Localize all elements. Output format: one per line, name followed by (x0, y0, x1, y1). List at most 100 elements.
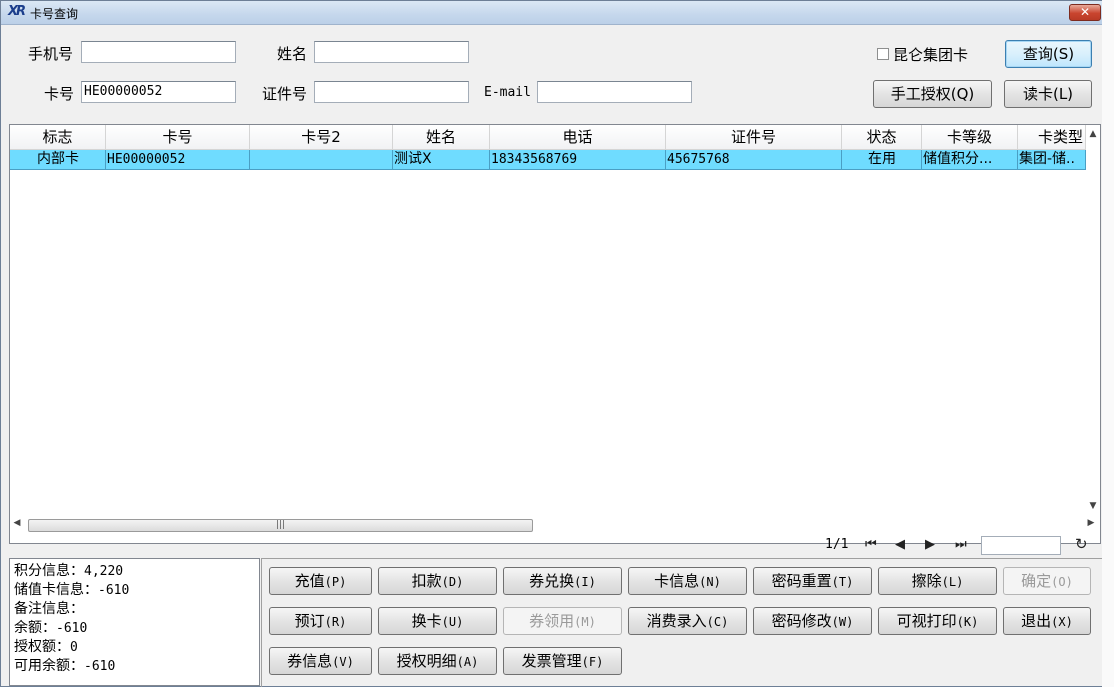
cell-name: 测试X (393, 150, 490, 170)
horizontal-scrollbar[interactable]: ◀ ||| ▶ (10, 517, 1100, 532)
visual-print-button[interactable]: 可视打印(K) (878, 607, 997, 635)
replace-card-button[interactable]: 换卡(U) (378, 607, 497, 635)
button-text: 券领用 (529, 612, 575, 630)
points-info: 积分信息：4,220 (14, 562, 255, 581)
page-indicator: 1/1 (825, 537, 849, 552)
hotkey: (K) (956, 615, 979, 629)
column-header[interactable]: 姓名 (393, 125, 490, 150)
column-header[interactable]: 状态 (842, 125, 922, 150)
button-text: 消费录入 (646, 612, 707, 630)
button-text: 预订 (294, 612, 325, 630)
cell-card-number2 (250, 150, 393, 170)
hotkey: (L) (941, 575, 964, 589)
confirm-button[interactable]: 确定(O) (1003, 567, 1091, 595)
card-info-button[interactable]: 卡信息(N) (628, 567, 747, 595)
card-number-input[interactable]: HE00000052 (81, 81, 236, 103)
info-value: -610 (56, 621, 88, 636)
column-header[interactable]: 卡类型 (1018, 125, 1086, 150)
id-number-input[interactable] (314, 81, 469, 103)
results-grid[interactable]: 标志 卡号 卡号2 姓名 电话 证件号 状态 卡等级 卡类型 内部卡 HE000… (9, 124, 1101, 544)
column-header[interactable]: 卡等级 (922, 125, 1018, 150)
stored-value-info: 储值卡信息：-610 (14, 581, 255, 600)
password-change-button[interactable]: 密码修改(W) (753, 607, 872, 635)
email-label: E-mail (484, 85, 531, 100)
column-header[interactable]: 标志 (10, 125, 106, 150)
hotkey: (N) (699, 575, 721, 589)
cell-phone: 18343568769 (490, 150, 666, 170)
button-text: 授权明细 (396, 652, 457, 670)
query-button[interactable]: 查询(S) (1005, 40, 1092, 68)
scroll-right-arrow-icon[interactable]: ▶ (1084, 518, 1098, 528)
refresh-icon[interactable]: ↻ (1075, 535, 1088, 553)
desktop-edge (1102, 0, 1114, 687)
read-card-button[interactable]: 读卡(L) (1004, 80, 1092, 108)
info-value: 0 (70, 640, 78, 655)
deduct-button[interactable]: 扣款(D) (378, 567, 497, 595)
consumption-entry-button[interactable]: 消费录入(C) (628, 607, 747, 635)
manual-auth-button-label: 手工授权(Q) (890, 85, 975, 103)
hotkey: (M) (574, 615, 596, 629)
close-button[interactable]: ✕ (1069, 4, 1101, 21)
info-value: -610 (98, 583, 130, 598)
button-text: 充值 (294, 572, 325, 590)
erase-button[interactable]: 擦除(L) (878, 567, 997, 595)
button-text: 换卡 (411, 612, 442, 630)
cell-card-type: 集团-储.. (1018, 150, 1086, 170)
scroll-up-arrow-icon[interactable]: ▲ (1086, 129, 1100, 139)
hotkey: (I) (574, 575, 596, 589)
group-card-checkbox[interactable] (877, 48, 889, 60)
hotkey: (W) (831, 615, 854, 629)
info-label: 授权额： (14, 639, 70, 655)
info-label: 储值卡信息： (14, 582, 98, 598)
title-bar[interactable]: XR 卡号查询 ✕ (1, 1, 1113, 25)
manual-auth-button[interactable]: 手工授权(Q) (873, 80, 992, 108)
button-text: 发票管理 (521, 652, 582, 670)
hotkey: (U) (441, 615, 464, 629)
email-input[interactable] (537, 81, 692, 103)
name-label: 姓名 (277, 45, 308, 63)
next-page-icon[interactable]: ▶ (925, 537, 935, 552)
hotkey: (D) (441, 575, 464, 589)
horizontal-scroll-thumb[interactable]: ||| (28, 519, 533, 532)
column-header[interactable]: 电话 (490, 125, 666, 150)
button-text: 券兑换 (529, 572, 575, 590)
invoice-management-button[interactable]: 发票管理(F) (503, 647, 622, 675)
card-info-panel: 积分信息：4,220 储值卡信息：-610 备注信息： 余额：-610 授权额：… (9, 558, 260, 686)
recharge-button[interactable]: 充值(P) (269, 567, 372, 595)
info-value: -610 (84, 659, 116, 674)
last-page-icon[interactable]: ⏭ (955, 537, 967, 552)
scroll-left-arrow-icon[interactable]: ◀ (10, 518, 24, 528)
coupon-info-button[interactable]: 券信息(V) (269, 647, 372, 675)
first-page-icon[interactable]: ⏮ (865, 537, 877, 552)
hotkey: (R) (324, 615, 347, 629)
hotkey: (V) (332, 655, 354, 669)
hotkey: (F) (581, 655, 604, 669)
coupon-exchange-button[interactable]: 券兑换(I) (503, 567, 622, 595)
column-header[interactable]: 证件号 (666, 125, 842, 150)
reserve-button[interactable]: 预订(R) (269, 607, 372, 635)
scroll-down-arrow-icon[interactable]: ▼ (1086, 501, 1100, 511)
id-number-label: 证件号 (262, 85, 308, 103)
prev-page-icon[interactable]: ◀ (895, 537, 905, 552)
page-jump-input[interactable] (981, 536, 1061, 555)
column-header[interactable]: 卡号2 (250, 125, 393, 150)
cell-card-number: HE00000052 (106, 150, 250, 170)
table-row[interactable]: 内部卡 HE00000052 测试X 18343568769 45675768 … (10, 150, 1086, 170)
card-query-window: XR 卡号查询 ✕ 手机号 姓名 卡号 HE00000052 证件号 E-mai… (0, 0, 1114, 687)
button-text: 券信息 (287, 652, 333, 670)
info-label: 余额： (14, 620, 56, 636)
vertical-scrollbar[interactable]: ▲ ▼ (1086, 125, 1100, 517)
card-number-label: 卡号 (44, 85, 75, 103)
name-input[interactable] (314, 41, 469, 63)
exit-button[interactable]: 退出(X) (1003, 607, 1091, 635)
password-reset-button[interactable]: 密码重置(T) (753, 567, 872, 595)
remark-info: 备注信息： (14, 600, 255, 619)
auth-amount-info: 授权额：0 (14, 638, 255, 657)
read-card-button-label: 读卡(L) (1022, 85, 1074, 103)
column-header[interactable]: 卡号 (106, 125, 250, 150)
grid-header: 标志 卡号 卡号2 姓名 电话 证件号 状态 卡等级 卡类型 (10, 125, 1086, 150)
auth-detail-button[interactable]: 授权明细(A) (378, 647, 497, 675)
phone-input[interactable] (81, 41, 236, 63)
coupon-issue-button[interactable]: 券领用(M) (503, 607, 622, 635)
phone-label: 手机号 (28, 45, 74, 63)
